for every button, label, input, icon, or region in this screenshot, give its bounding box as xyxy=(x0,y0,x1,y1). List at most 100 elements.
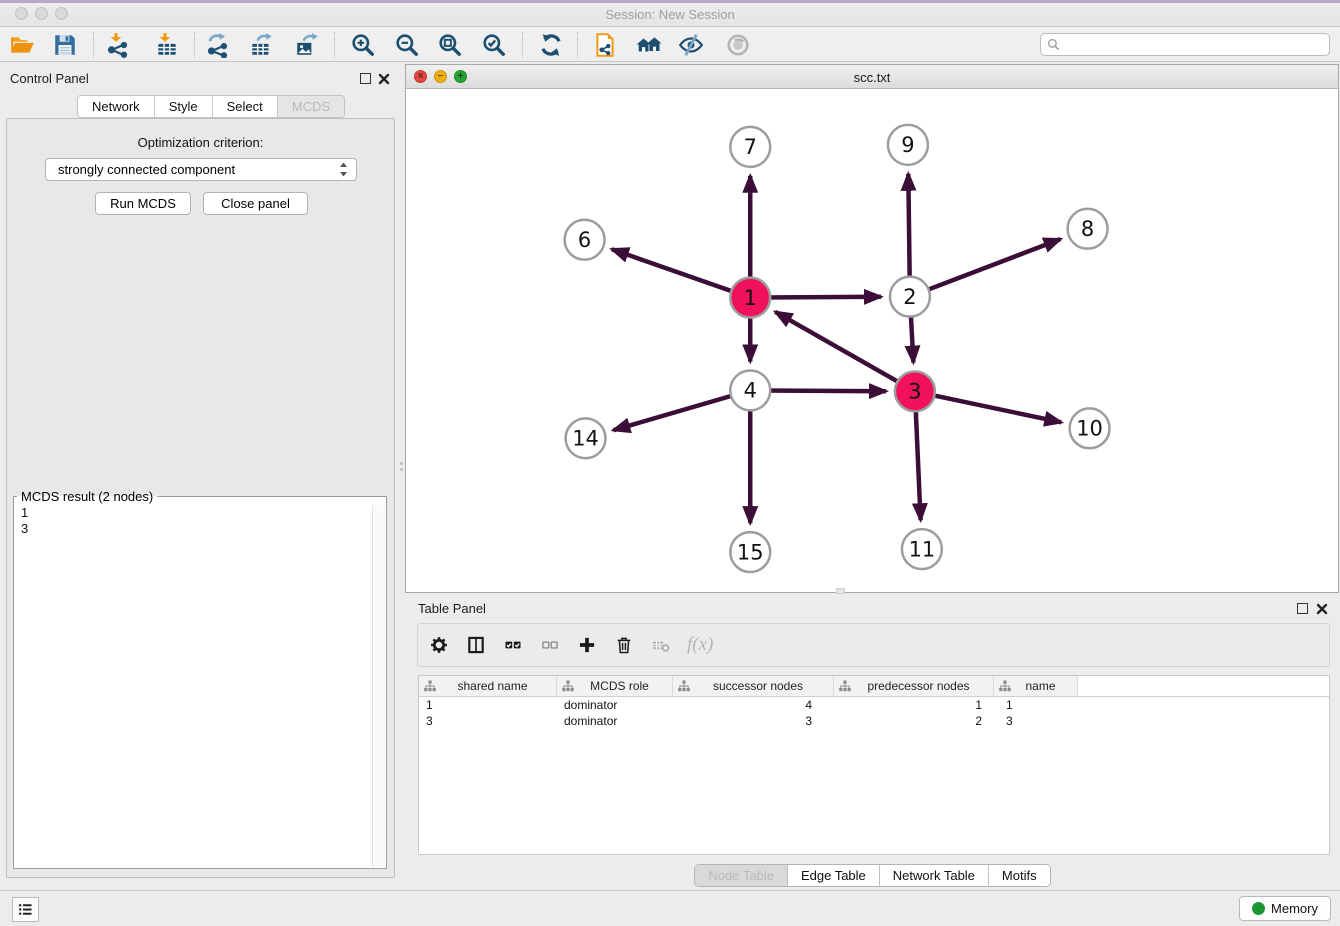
column-header-name[interactable]: name xyxy=(994,676,1078,696)
eye-slash-icon xyxy=(677,32,705,58)
horizontal-split-handle[interactable] xyxy=(836,588,845,594)
task-history-button[interactable] xyxy=(12,897,39,922)
edge-3-10[interactable] xyxy=(915,391,1061,422)
cell-predecessor-nodes[interactable]: 1 xyxy=(834,697,994,713)
tab-network[interactable]: Network xyxy=(78,96,155,117)
table-toolbar: f(x) xyxy=(417,623,1330,667)
import-network-button[interactable] xyxy=(104,31,132,59)
cell-name[interactable]: 3 xyxy=(994,713,1078,729)
frame-close-button[interactable]: × xyxy=(414,70,427,83)
cell-mcds-role[interactable]: dominator xyxy=(557,713,673,729)
open-session-button[interactable] xyxy=(8,31,36,59)
result-scrollbar[interactable] xyxy=(372,505,385,867)
run-mcds-button[interactable]: Run MCDS xyxy=(95,192,191,215)
memory-button[interactable]: Memory xyxy=(1239,896,1331,921)
column-header-label: shared name xyxy=(457,679,527,693)
svg-text:6: 6 xyxy=(578,228,591,252)
edge-1-6[interactable] xyxy=(612,249,750,297)
column-header-mcds-role[interactable]: MCDS role xyxy=(557,676,673,696)
delete-table-button[interactable] xyxy=(650,634,672,656)
edge-3-1[interactable] xyxy=(775,312,915,391)
cell-shared-name[interactable]: 1 xyxy=(419,697,557,713)
tab-edge-table[interactable]: Edge Table xyxy=(788,865,880,886)
cell-successor-nodes[interactable]: 4 xyxy=(673,697,834,713)
export-image-button[interactable] xyxy=(293,31,321,59)
memory-label: Memory xyxy=(1271,901,1318,916)
node-9[interactable]: 9 xyxy=(888,125,928,165)
network-from-file-icon xyxy=(591,32,619,58)
node-11[interactable]: 11 xyxy=(902,529,942,569)
float-table-panel-icon[interactable] xyxy=(1297,603,1308,614)
vertical-split-handle[interactable] xyxy=(399,462,404,482)
toolbar-separator xyxy=(194,32,195,58)
zoom-out-button[interactable] xyxy=(393,31,421,59)
refresh-view-button[interactable] xyxy=(537,31,565,59)
deselect-all-columns-button[interactable] xyxy=(539,634,561,656)
mcds-result-list: 13 xyxy=(14,504,372,868)
layout-home-button[interactable] xyxy=(635,31,663,59)
tab-select[interactable]: Select xyxy=(213,96,278,117)
column-header-label: name xyxy=(1025,679,1055,693)
node-6[interactable]: 6 xyxy=(565,220,605,260)
cell-name[interactable]: 1 xyxy=(994,697,1078,713)
float-panel-icon[interactable] xyxy=(360,73,371,84)
network-canvas[interactable]: 1 2 3 4 6 7 8 9 10 11 14 15 xyxy=(406,90,1338,592)
cell-mcds-role[interactable]: dominator xyxy=(557,697,673,713)
tab-mcds[interactable]: MCDS xyxy=(278,96,344,117)
show-panel-button[interactable] xyxy=(724,31,752,59)
tab-node-table[interactable]: Node Table xyxy=(695,865,788,886)
node-1[interactable]: 1 xyxy=(730,278,770,318)
close-table-panel-icon[interactable] xyxy=(1316,603,1328,615)
tab-motifs[interactable]: Motifs xyxy=(989,865,1050,886)
table-row[interactable]: 1dominator411 xyxy=(419,697,1329,713)
delete-table-icon xyxy=(651,635,671,655)
network-from-file-button[interactable] xyxy=(591,31,619,59)
frame-minimize-button[interactable]: − xyxy=(434,70,447,83)
table-row[interactable]: 3dominator323 xyxy=(419,713,1329,729)
close-panel-icon[interactable] xyxy=(378,73,390,85)
table-options-button[interactable] xyxy=(428,634,450,656)
optimization-criterion-select[interactable]: strongly connected component xyxy=(45,158,357,181)
apply-function-button[interactable]: f(x) xyxy=(687,634,713,656)
node-8[interactable]: 8 xyxy=(1068,209,1108,249)
tab-network-table[interactable]: Network Table xyxy=(880,865,989,886)
node-7[interactable]: 7 xyxy=(730,127,770,167)
zoom-fit-button[interactable] xyxy=(436,31,464,59)
delete-column-button[interactable] xyxy=(613,634,635,656)
column-header-successor-nodes[interactable]: successor nodes xyxy=(673,676,834,696)
eye-disabled-icon xyxy=(724,32,752,58)
node-2[interactable]: 2 xyxy=(890,277,930,317)
save-session-button[interactable] xyxy=(51,31,79,59)
toggle-columns-button[interactable] xyxy=(465,634,487,656)
hide-panel-button[interactable] xyxy=(677,31,705,59)
cell-predecessor-nodes[interactable]: 2 xyxy=(834,713,994,729)
zoom-selected-button[interactable] xyxy=(480,31,508,59)
cell-shared-name[interactable]: 3 xyxy=(419,713,557,729)
column-header-label: predecessor nodes xyxy=(867,679,969,693)
edge-2-8[interactable] xyxy=(910,239,1061,297)
column-header-shared-name[interactable]: shared name xyxy=(419,676,557,696)
add-column-button[interactable] xyxy=(576,634,598,656)
optimization-criterion-label: Optimization criterion: xyxy=(7,135,394,150)
select-all-columns-button[interactable] xyxy=(502,634,524,656)
cell-successor-nodes[interactable]: 3 xyxy=(673,713,834,729)
export-table-button[interactable] xyxy=(248,31,276,59)
node-10[interactable]: 10 xyxy=(1070,408,1110,448)
close-panel-button[interactable]: Close panel xyxy=(203,192,308,215)
unchecked-boxes-icon xyxy=(540,635,560,655)
tab-style[interactable]: Style xyxy=(155,96,213,117)
search-input[interactable] xyxy=(1064,38,1323,52)
column-header-predecessor-nodes[interactable]: predecessor nodes xyxy=(834,676,994,696)
zoom-in-button[interactable] xyxy=(349,31,377,59)
toolbar-separator xyxy=(334,32,335,58)
node-4[interactable]: 4 xyxy=(730,370,770,410)
export-network-button[interactable] xyxy=(204,31,232,59)
import-table-button[interactable] xyxy=(153,31,181,59)
node-table[interactable]: shared name MCDS rolesuccessor nodes prede… xyxy=(418,675,1330,855)
svg-text:10: 10 xyxy=(1076,417,1103,441)
node-14[interactable]: 14 xyxy=(566,418,606,458)
frame-maximize-button[interactable]: + xyxy=(454,70,467,83)
node-3[interactable]: 3 xyxy=(895,371,935,411)
node-15[interactable]: 15 xyxy=(730,532,770,572)
edge-4-14[interactable] xyxy=(613,390,750,430)
